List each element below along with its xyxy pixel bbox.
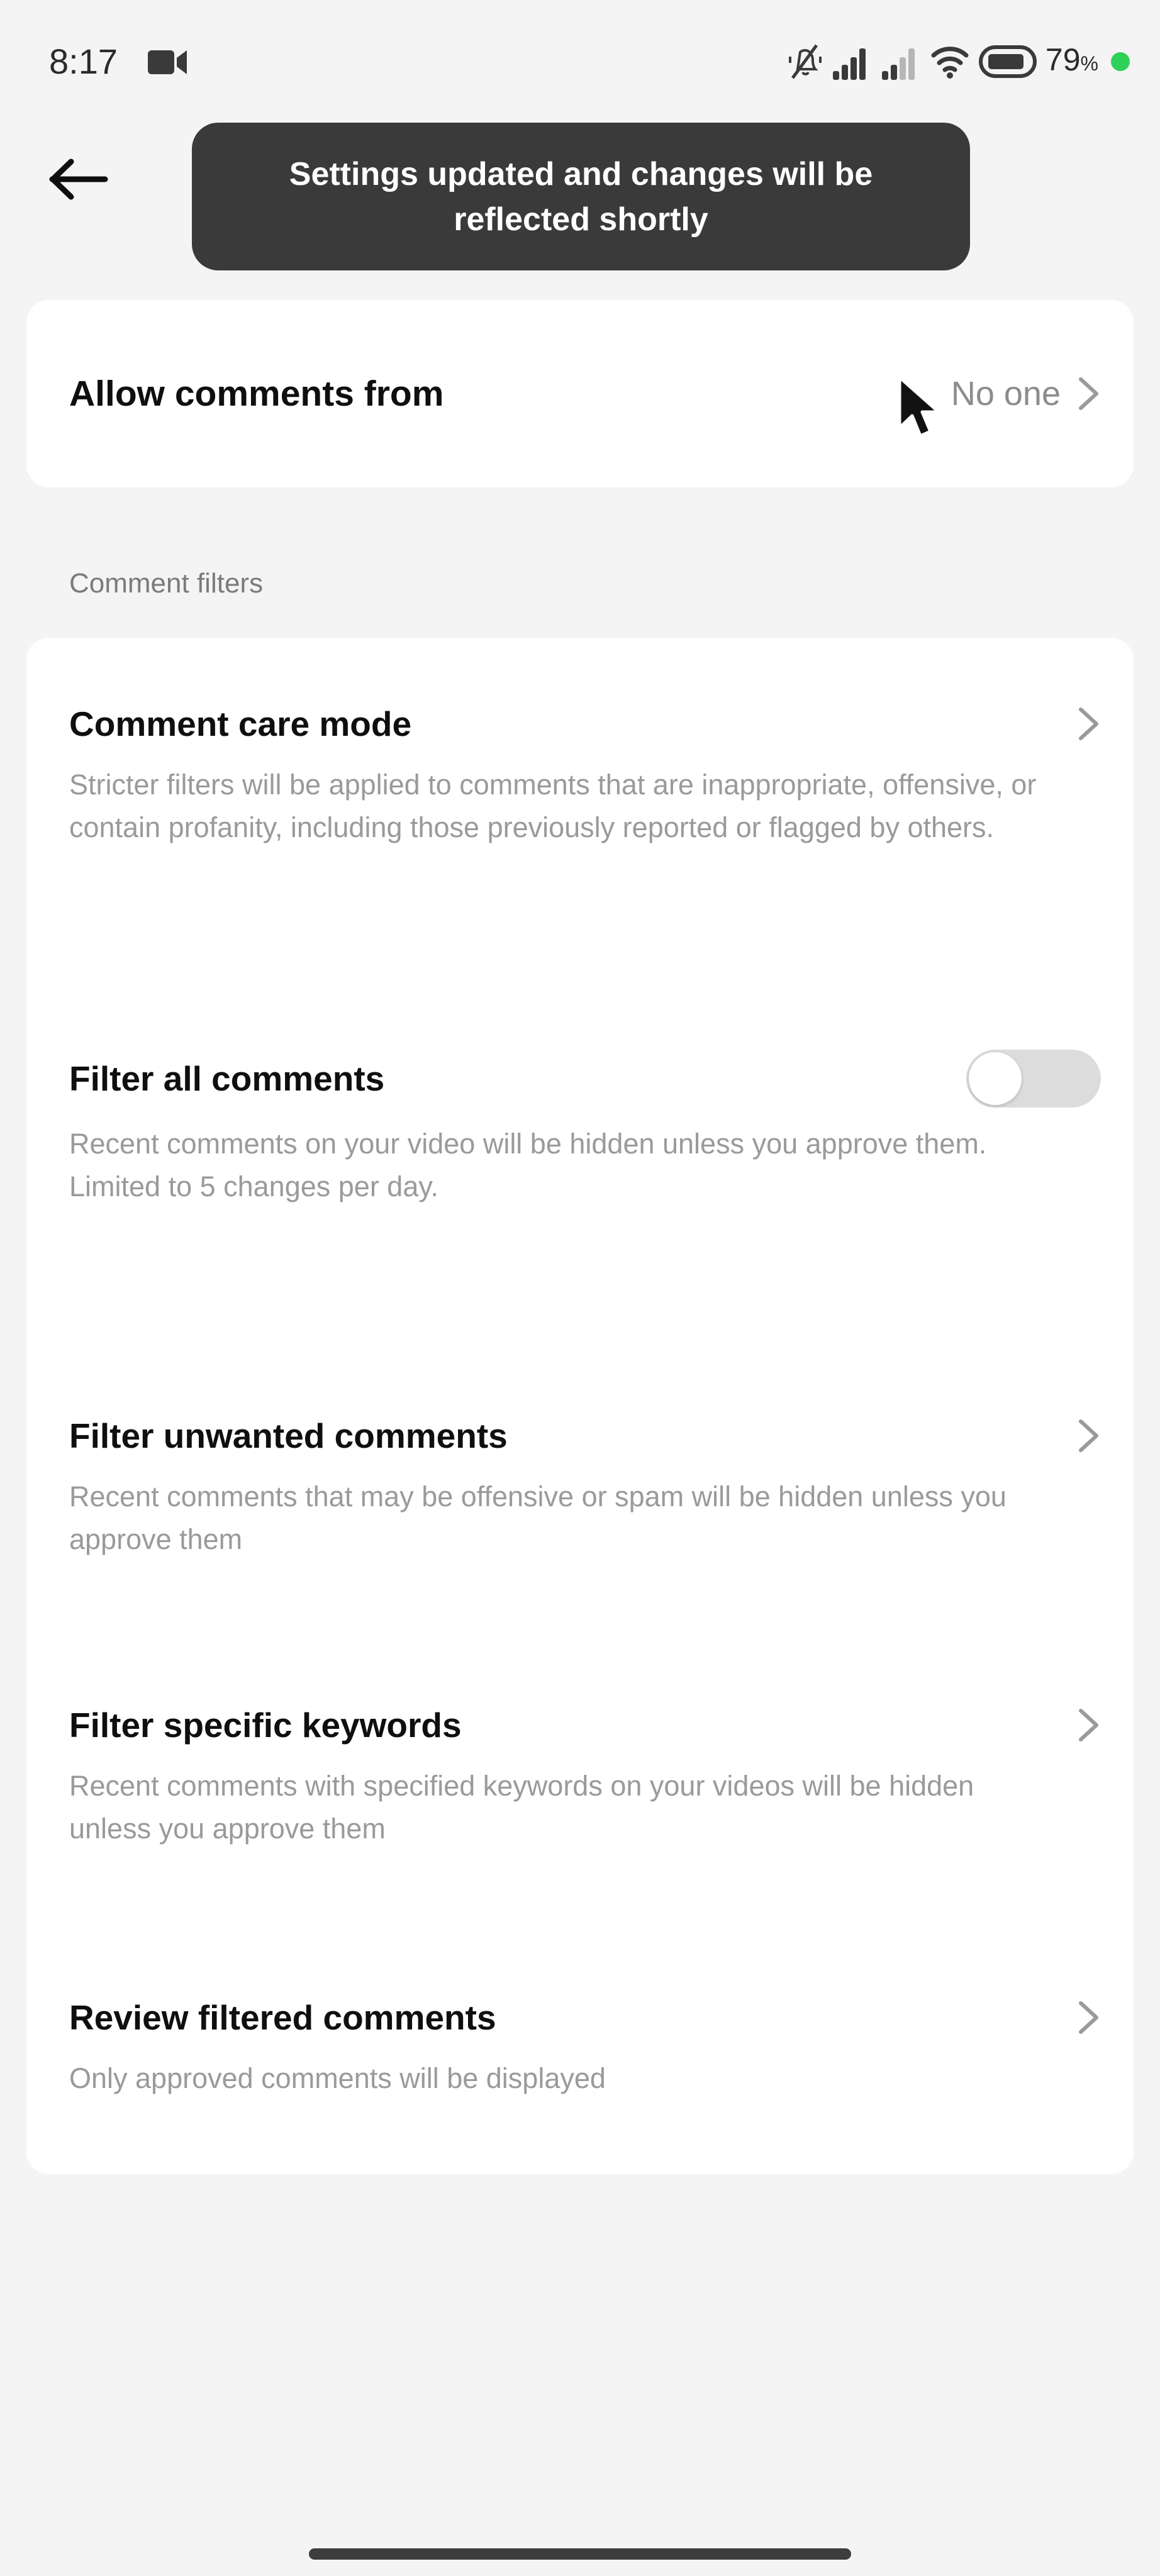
home-indicator[interactable] <box>309 2548 851 2560</box>
signal-bars-icon <box>832 48 866 80</box>
setting-filter-specific-keywords[interactable]: Filter specific keywords Recent comments… <box>69 1701 1101 1850</box>
comment-filters-section-label: Comment filters <box>69 568 264 599</box>
recording-dot-icon <box>1111 52 1130 71</box>
allow-comments-from-row[interactable]: Allow comments from No one <box>69 300 1101 487</box>
setting-filter-unwanted-comments[interactable]: Filter unwanted comments Recent comments… <box>69 1411 1101 1561</box>
comment-filters-card: Comment care mode Stricter filters will … <box>26 638 1134 2174</box>
wifi-icon <box>931 47 969 79</box>
setting-description: Recent comments that may be offensive or… <box>69 1480 1007 1555</box>
setting-description: Recent comments with specified keywords … <box>69 1770 974 1845</box>
chevron-right-icon <box>1079 1709 1098 1741</box>
setting-title: Filter all comments <box>69 1059 385 1098</box>
setting-header: Comment care mode <box>69 699 1101 748</box>
setting-review-filtered-comments[interactable]: Review filtered comments Only approved c… <box>69 1993 1101 2100</box>
setting-title: Review filtered comments <box>69 1998 496 2037</box>
setting-header: Filter unwanted comments <box>69 1411 1101 1460</box>
chevron-right-icon <box>1079 1419 1098 1452</box>
setting-header: Filter all comments <box>69 1050 1101 1108</box>
allow-comments-card: Allow comments from No one <box>26 300 1134 487</box>
setting-title: Filter specific keywords <box>69 1706 462 1745</box>
setting-description: Stricter filters will be applied to comm… <box>69 769 1037 843</box>
status-bar-icons: 79% <box>788 39 1130 84</box>
chevron-right-icon <box>1079 708 1098 740</box>
setting-title: Filter unwanted comments <box>69 1416 508 1455</box>
back-arrow-icon <box>49 158 108 200</box>
setting-description: Only approved comments will be displayed <box>69 2062 606 2094</box>
battery-icon <box>978 45 1037 78</box>
status-bar: 8:17 79% <box>0 0 1160 107</box>
back-button[interactable] <box>44 145 113 214</box>
setting-header: Filter specific keywords <box>69 1701 1101 1750</box>
video-camera-icon <box>148 50 187 74</box>
toggle-knob <box>969 1052 1022 1105</box>
setting-description: Recent comments on your video will be hi… <box>69 1128 987 1202</box>
status-bar-clock: 8:17 <box>49 42 118 81</box>
allow-comments-from-value-group: No one <box>951 372 1101 416</box>
battery-percentage: 79% <box>1045 42 1098 77</box>
setting-title: Comment care mode <box>69 704 412 743</box>
setting-filter-all-comments: Filter all comments Recent comments on y… <box>69 1050 1101 1208</box>
allow-comments-from-value: No one <box>951 375 1061 413</box>
setting-header: Review filtered comments <box>69 1993 1101 2042</box>
chevron-right-icon <box>1079 377 1098 410</box>
signal-bars-secondary-icon <box>881 48 915 80</box>
toast-notification: Settings updated and changes will be ref… <box>192 123 970 270</box>
allow-comments-from-label: Allow comments from <box>69 374 444 414</box>
bell-muted-icon <box>788 44 822 79</box>
chevron-right-icon <box>1079 2001 1098 2034</box>
toast-message: Settings updated and changes will be ref… <box>289 155 873 238</box>
mobile-screen: 8:17 79% Settings updated and changes wi… <box>0 0 1160 2576</box>
setting-comment-care-mode[interactable]: Comment care mode Stricter filters will … <box>69 699 1101 849</box>
filter-all-comments-toggle[interactable] <box>966 1050 1101 1108</box>
